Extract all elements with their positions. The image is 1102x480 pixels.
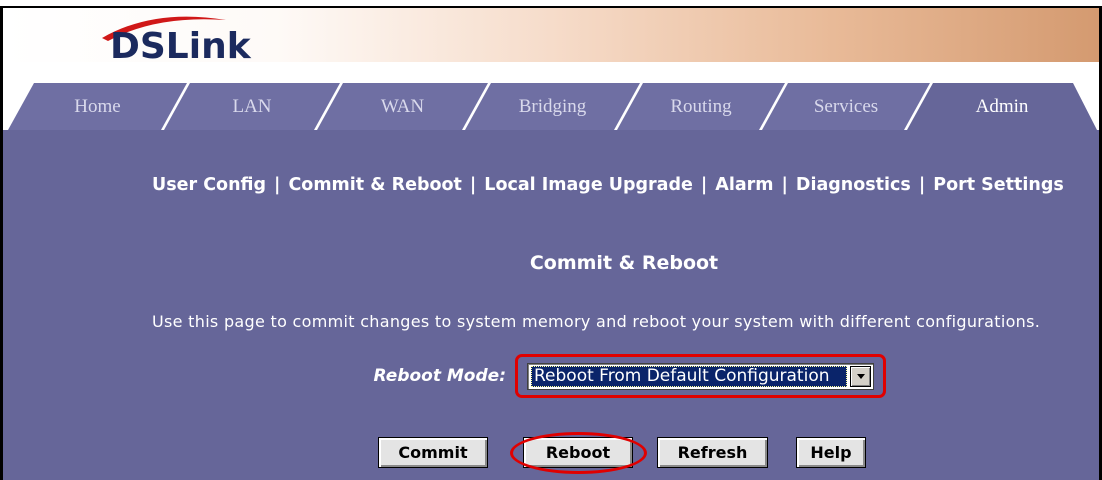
- content-panel: User Config | Commit & Reboot | Local Image …: [3, 130, 1099, 480]
- subnav-link-alarm[interactable]: Alarm: [715, 175, 773, 195]
- tab-admin[interactable]: Admin: [907, 83, 1097, 130]
- tab-label: WAN: [380, 95, 425, 117]
- subnav-separator: |: [274, 175, 281, 195]
- window-frame-top: [0, 6, 1102, 8]
- dslink-logo: DSLink: [102, 16, 252, 62]
- tab-lan[interactable]: LAN: [164, 83, 340, 130]
- tab-label: Routing: [670, 95, 732, 117]
- tab-label: Bridging: [518, 95, 587, 117]
- commit-button[interactable]: Commit: [378, 437, 488, 468]
- tab-label: LAN: [232, 95, 272, 117]
- tab-services[interactable]: Services: [762, 83, 930, 130]
- tab-home[interactable]: Home: [8, 83, 187, 130]
- header-banner: DSLink: [3, 8, 1099, 62]
- reboot-mode-label: Reboot Mode:: [373, 366, 506, 386]
- subnav-separator: |: [918, 175, 926, 195]
- window-frame-left: [0, 6, 3, 480]
- subnav-separator: |: [469, 175, 477, 195]
- reboot-mode-dropdown-button[interactable]: [850, 366, 871, 387]
- subnav-link-commit-reboot[interactable]: Commit & Reboot: [288, 175, 461, 195]
- tab-label: Admin: [975, 95, 1029, 117]
- subnav-separator: |: [700, 175, 708, 195]
- tab-wan[interactable]: WAN: [317, 83, 488, 130]
- tab-bridging[interactable]: Bridging: [465, 83, 640, 130]
- subnav-link-local-image-upgrade[interactable]: Local Image Upgrade: [484, 175, 693, 195]
- page-title: Commit & Reboot: [529, 252, 719, 274]
- reboot-button[interactable]: Reboot: [523, 437, 633, 468]
- reboot-mode-select[interactable]: Reboot From Default Configuration: [527, 363, 874, 390]
- help-button[interactable]: Help: [796, 437, 866, 468]
- logo-text: DSLink: [110, 26, 252, 62]
- refresh-button[interactable]: Refresh: [657, 437, 768, 468]
- subnav-separator: |: [781, 175, 788, 195]
- reboot-mode-selected-value: Reboot From Default Configuration: [531, 366, 847, 387]
- subnav-link-port-settings[interactable]: Port Settings: [933, 175, 1064, 195]
- tab-routing[interactable]: Routing: [617, 83, 785, 130]
- main-tab-bar: Home LAN WAN Bridging Routing Services A…: [3, 62, 1099, 130]
- tab-label: Services: [813, 95, 879, 117]
- subnav-link-user-config[interactable]: User Config: [152, 175, 266, 195]
- admin-subnav: User Config | Commit & Reboot | Local Image …: [152, 174, 1064, 196]
- page-description: Use this page to commit changes to syste…: [152, 312, 1041, 331]
- subnav-link-diagnostics[interactable]: Diagnostics: [796, 175, 911, 195]
- tab-label: Home: [74, 95, 121, 117]
- chevron-down-icon: [856, 374, 865, 379]
